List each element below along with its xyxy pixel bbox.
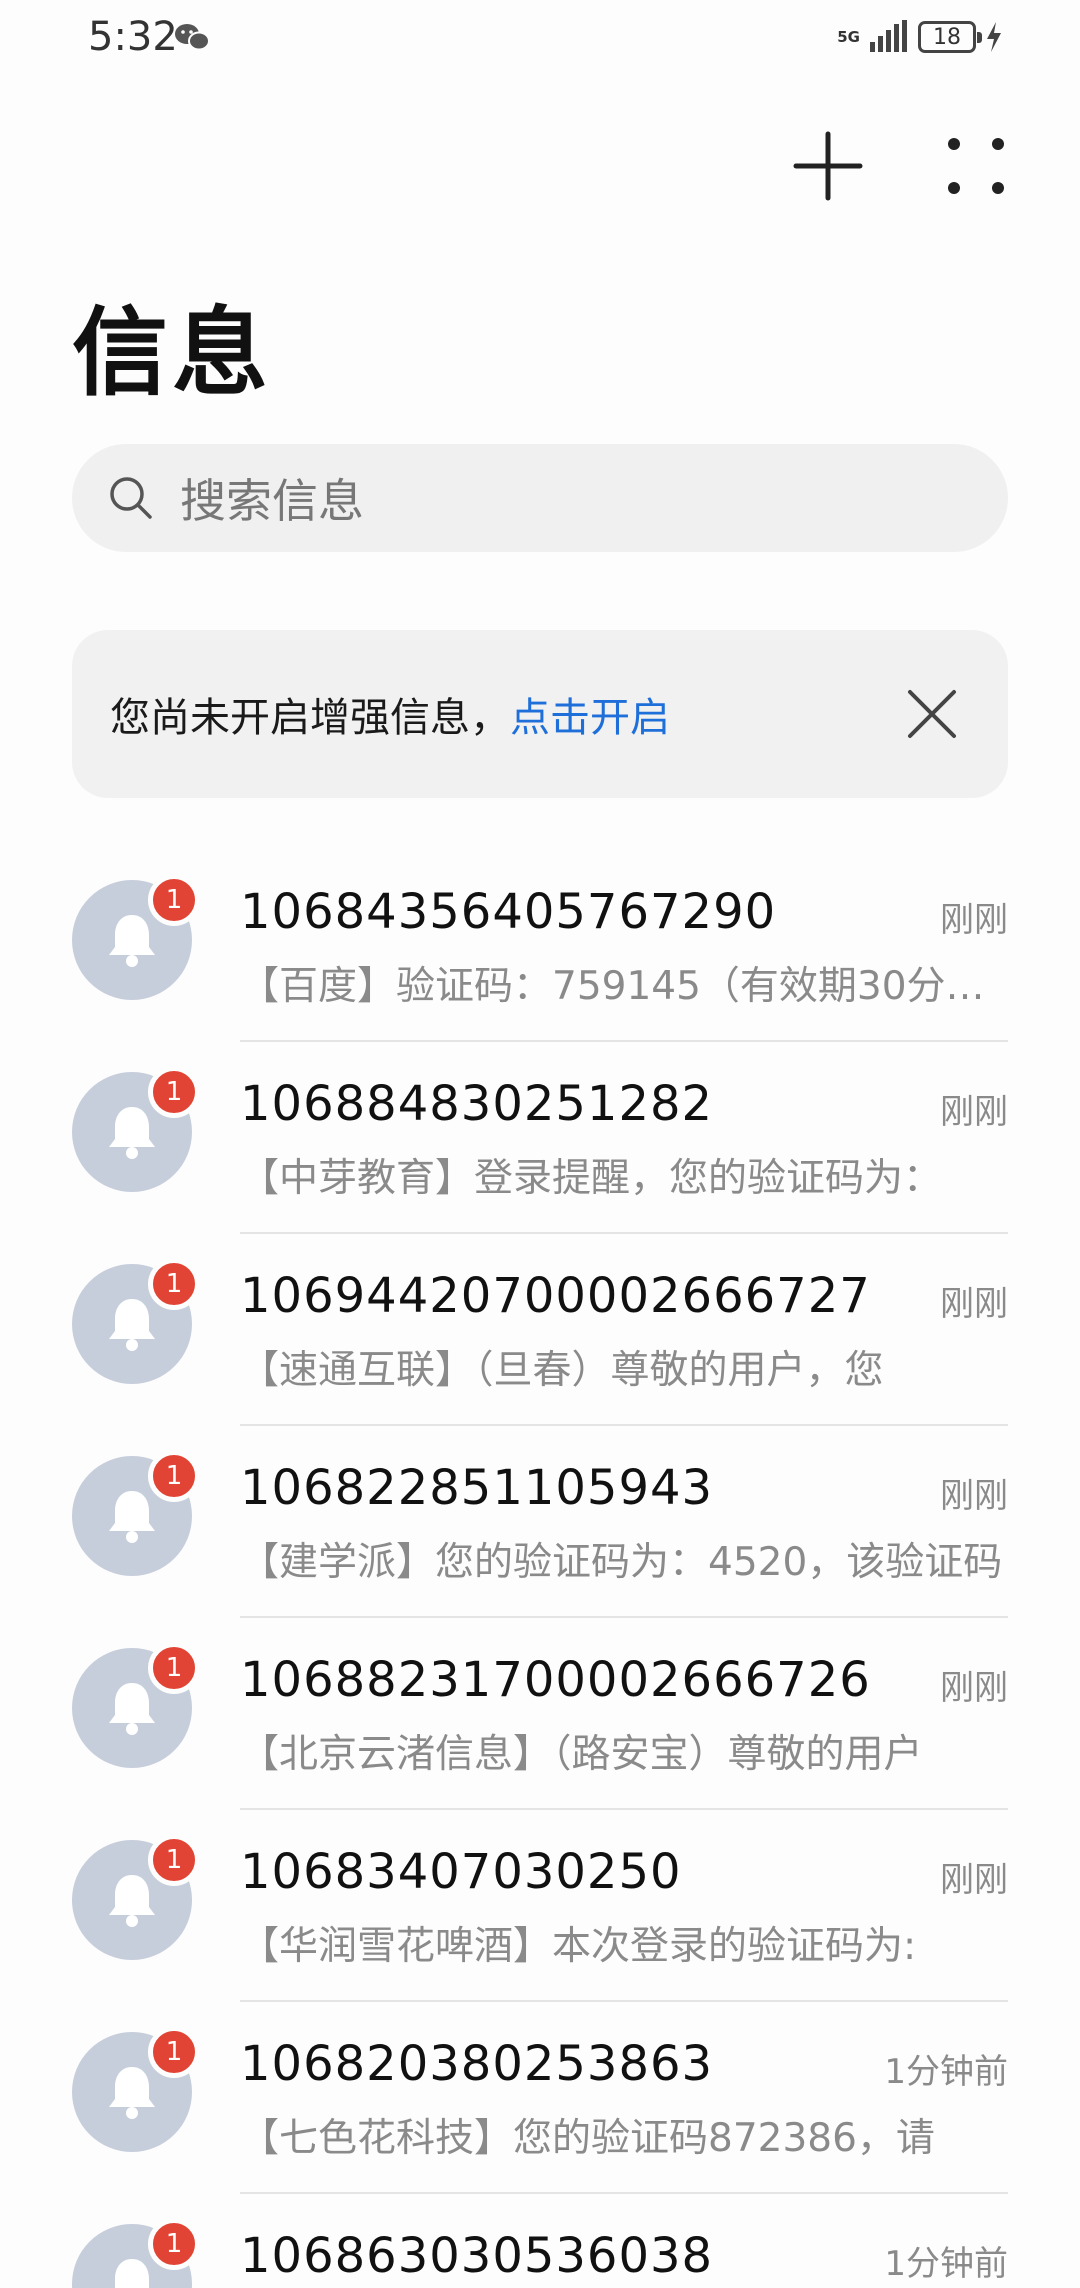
status-indicators: 5G 18 bbox=[837, 20, 1004, 54]
unread-badge: 1 bbox=[148, 2218, 200, 2270]
status-bar: 5:32 5G 18 bbox=[0, 0, 1080, 80]
message-item[interactable]: 1 106820380253863 1分钟前 【七色花科技】您的验证码87238… bbox=[0, 2002, 1080, 2194]
message-list: 1 10684356405767290 刚刚 【百度】验证码：759145（有效… bbox=[0, 850, 1080, 2288]
unread-badge: 1 bbox=[148, 1450, 200, 1502]
message-time: 刚刚 bbox=[940, 1860, 1008, 1900]
more-dots-icon bbox=[948, 138, 1004, 194]
message-time: 刚刚 bbox=[940, 1476, 1008, 1516]
unread-badge: 1 bbox=[148, 874, 200, 926]
message-item[interactable]: 1 106884830251282 刚刚 【中芽教育】登录提醒，您的验证码为： bbox=[0, 1042, 1080, 1234]
message-time: 1分钟前 bbox=[884, 2244, 1008, 2284]
sender: 106822851105943 bbox=[240, 1460, 714, 1516]
search-icon bbox=[110, 477, 152, 519]
enable-link[interactable]: 点击开启 bbox=[510, 695, 670, 741]
page-title: 信息 bbox=[72, 297, 272, 409]
message-time: 刚刚 bbox=[940, 1284, 1008, 1324]
bell-icon bbox=[109, 915, 155, 967]
bell-icon bbox=[109, 1683, 155, 1735]
message-item[interactable]: 1 10683407030250 刚刚 【华润雪花啤酒】本次登录的验证码为: bbox=[0, 1810, 1080, 2002]
message-preview: 【华润雪花啤酒】本次登录的验证码为: bbox=[240, 1924, 917, 1969]
bell-icon bbox=[109, 1491, 155, 1543]
sender: 10684356405767290 bbox=[240, 884, 777, 940]
sender: 106863030536038 bbox=[240, 2228, 714, 2284]
bell-icon bbox=[109, 1875, 155, 1927]
charging-icon bbox=[987, 22, 1001, 52]
banner-text: 您尚未开启增强信息，点击开启 bbox=[110, 685, 670, 743]
bell-icon bbox=[109, 1299, 155, 1351]
message-item[interactable]: 1 10684356405767290 刚刚 【百度】验证码：759145（有效… bbox=[0, 850, 1080, 1042]
enhanced-messaging-banner: 您尚未开启增强信息，点击开启 bbox=[72, 630, 1008, 798]
banner-message: 您尚未开启增强信息， bbox=[110, 695, 510, 741]
message-item[interactable]: 1 106863030536038 1分钟前 bbox=[0, 2194, 1080, 2288]
sender: 106884830251282 bbox=[240, 1076, 714, 1132]
messages-screen: 5:32 5G 18 信息 搜索信息 您尚未开启增强信息，点击开启 1 1068… bbox=[0, 0, 1080, 2288]
message-time: 刚刚 bbox=[940, 1092, 1008, 1132]
message-preview: 【速通互联】（旦春）尊敬的用户，您 bbox=[240, 1348, 884, 1393]
search-placeholder: 搜索信息 bbox=[180, 474, 364, 528]
bell-icon bbox=[109, 1107, 155, 1159]
status-time: 5:32 bbox=[88, 14, 178, 60]
message-item[interactable]: 1 106822851105943 刚刚 【建学派】您的验证码为：4520，该验… bbox=[0, 1426, 1080, 1618]
sender: 106820380253863 bbox=[240, 2036, 714, 2092]
message-time: 1分钟前 bbox=[884, 2052, 1008, 2092]
close-banner-button[interactable] bbox=[900, 682, 964, 746]
new-message-button[interactable] bbox=[790, 128, 866, 204]
message-time: 刚刚 bbox=[940, 900, 1008, 940]
unread-badge: 1 bbox=[148, 1258, 200, 1310]
battery-level: 18 bbox=[933, 24, 961, 50]
wechat-icon bbox=[175, 24, 210, 51]
message-time: 刚刚 bbox=[940, 1668, 1008, 1708]
message-item[interactable]: 1 10688231700002666726 刚刚 【北京云渚信息】（路安宝）尊… bbox=[0, 1618, 1080, 1810]
message-preview: 【北京云渚信息】（路安宝）尊敬的用户 bbox=[240, 1732, 923, 1777]
signal-icon bbox=[870, 20, 907, 52]
plus-icon bbox=[793, 131, 863, 201]
message-preview: 【百度】验证码：759145（有效期30分钟） bbox=[240, 964, 1008, 1009]
message-preview: 【七色花科技】您的验证码872386，请 bbox=[240, 2116, 935, 2161]
more-options-button[interactable] bbox=[938, 128, 1014, 204]
unread-badge: 1 bbox=[148, 1834, 200, 1886]
sender: 10694420700002666727 bbox=[240, 1268, 871, 1324]
message-preview: 【建学派】您的验证码为：4520，该验证码 bbox=[240, 1540, 1003, 1585]
unread-badge: 1 bbox=[148, 1642, 200, 1694]
bell-icon bbox=[109, 2067, 155, 2119]
battery-icon: 18 bbox=[918, 21, 982, 53]
message-item[interactable]: 1 10694420700002666727 刚刚 【速通互联】（旦春）尊敬的用… bbox=[0, 1234, 1080, 1426]
network-type: 5G bbox=[837, 28, 860, 46]
search-input[interactable]: 搜索信息 bbox=[72, 444, 1008, 552]
sender: 10688231700002666726 bbox=[240, 1652, 871, 1708]
sender: 10683407030250 bbox=[240, 1844, 682, 1900]
message-preview: 【中芽教育】登录提醒，您的验证码为： bbox=[240, 1156, 943, 1201]
unread-badge: 1 bbox=[148, 1066, 200, 1118]
close-icon bbox=[908, 690, 956, 738]
unread-badge: 1 bbox=[148, 2026, 200, 2078]
